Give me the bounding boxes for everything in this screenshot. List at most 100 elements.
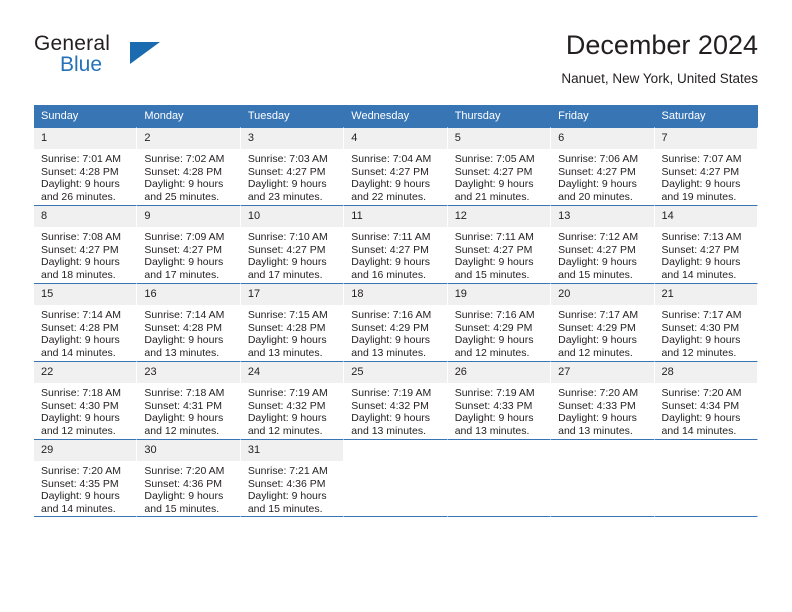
- sunrise-text: Sunrise: 7:11 AM: [351, 231, 431, 243]
- day-number: 10: [240, 206, 344, 227]
- calendar-day-cell[interactable]: 18 Sunrise: 7:16 AM Sunset: 4:29 PM Dayligh…: [344, 283, 448, 361]
- day-number: 6: [551, 128, 654, 149]
- sunrise-text: Sunrise: 7:21 AM: [247, 465, 328, 477]
- sunrise-text: Sunrise: 7:14 AM: [41, 309, 121, 321]
- calendar-day-cell[interactable]: 14 Sunrise: 7:13 AM Sunset: 4:27 PM Dayligh…: [654, 205, 758, 283]
- daylight-text-line1: Daylight: 9 hours: [41, 412, 120, 425]
- weekday-header-saturday: Saturday: [654, 105, 758, 127]
- month-calendar-table: Sunday Monday Tuesday Wednesday Thursday Frid…: [34, 105, 758, 517]
- day-number: 26: [447, 362, 551, 383]
- daylight-text-line1: Daylight: 9 hours: [661, 334, 741, 347]
- daylight-text-line1: Daylight: 9 hours: [247, 412, 327, 425]
- sunrise-text: Sunrise: 7:11 AM: [454, 231, 534, 243]
- sunrise-text: Sunrise: 7:18 AM: [144, 387, 225, 399]
- sunrise-text: Sunrise: 7:17 AM: [558, 309, 639, 321]
- calendar-day-cell[interactable]: 15 Sunrise: 7:14 AM Sunset: 4:28 PM Dayligh…: [34, 283, 138, 361]
- daylight-text-line2: and 12 minutes.: [454, 346, 530, 359]
- daylight-text-line2: and 14 minutes.: [661, 268, 737, 281]
- calendar-day-cell[interactable]: 23 Sunrise: 7:18 AM Sunset: 4:31 PM Dayligh…: [137, 361, 241, 439]
- daylight-text-line2: and 20 minutes.: [558, 190, 633, 203]
- daylight-text-line1: Daylight: 9 hours: [454, 334, 534, 347]
- sunset-text: Sunset: 4:27 PM: [661, 165, 740, 178]
- calendar-day-cell[interactable]: 12 Sunrise: 7:11 AM Sunset: 4:27 PM Dayligh…: [447, 205, 552, 283]
- sunset-text: Sunset: 4:36 PM: [247, 477, 326, 490]
- calendar-header-row: Sunday Monday Tuesday Wednesday Thursday Frid…: [34, 105, 758, 127]
- calendar-day-cell[interactable]: 30 Sunrise: 7:20 AM Sunset: 4:36 PM Dayligh…: [137, 439, 241, 517]
- sunrise-text: Sunrise: 7:05 AM: [454, 153, 535, 165]
- calendar-day-cell[interactable]: 1 Sunrise: 7:01 AM Sunset: 4:28 PM Daylight…: [34, 127, 138, 205]
- title-block: December 2024 Nanuet, New York, United S…: [561, 28, 758, 89]
- day-details: Sunrise: 7:07 AM Sunset: 4:27 PM Daylight:…: [655, 149, 757, 203]
- calendar-day-cell[interactable]: 20 Sunrise: 7:17 AM Sunset: 4:29 PM Dayligh…: [551, 283, 655, 361]
- day-number: 16: [137, 284, 240, 305]
- calendar-day-cell[interactable]: 21 Sunrise: 7:17 AM Sunset: 4:30 PM Dayligh…: [654, 283, 758, 361]
- calendar-day-cell[interactable]: 28 Sunrise: 7:20 AM Sunset: 4:34 PM Dayligh…: [654, 361, 758, 439]
- calendar-day-cell[interactable]: 31 Sunrise: 7:21 AM Sunset: 4:36 PM Dayligh…: [240, 439, 345, 517]
- sunset-text: Sunset: 4:27 PM: [351, 165, 429, 178]
- sunrise-text: Sunrise: 7:10 AM: [247, 231, 328, 243]
- calendar-day-cell[interactable]: 10 Sunrise: 7:10 AM Sunset: 4:27 PM Dayligh…: [240, 205, 345, 283]
- location-subtitle: Nanuet, New York, United States: [561, 71, 758, 86]
- calendar-day-cell[interactable]: 6 Sunrise: 7:06 AM Sunset: 4:27 PM Daylight…: [551, 127, 655, 205]
- calendar-day-cell[interactable]: 26 Sunrise: 7:19 AM Sunset: 4:33 PM Dayligh…: [447, 361, 552, 439]
- calendar-day-cell[interactable]: 17 Sunrise: 7:15 AM Sunset: 4:28 PM Dayligh…: [240, 283, 345, 361]
- calendar-day-cell[interactable]: 16 Sunrise: 7:14 AM Sunset: 4:28 PM Dayligh…: [137, 283, 241, 361]
- daylight-text-line1: Daylight: 9 hours: [351, 334, 431, 347]
- sunrise-text: Sunrise: 7:20 AM: [661, 387, 742, 399]
- day-details: Sunrise: 7:14 AM Sunset: 4:28 PM Daylight:…: [137, 305, 239, 359]
- day-number: 12: [447, 206, 551, 227]
- calendar-day-cell[interactable]: 13 Sunrise: 7:12 AM Sunset: 4:27 PM Dayligh…: [551, 205, 655, 283]
- sunset-text: Sunset: 4:27 PM: [558, 165, 636, 178]
- day-details: Sunrise: 7:10 AM Sunset: 4:27 PM Daylight:…: [241, 227, 343, 281]
- day-details: Sunrise: 7:17 AM Sunset: 4:29 PM Daylight:…: [551, 305, 653, 359]
- calendar-day-cell[interactable]: 9 Sunrise: 7:09 AM Sunset: 4:27 PM Daylight…: [137, 205, 241, 283]
- daylight-text-line1: Daylight: 9 hours: [144, 256, 224, 269]
- daylight-text-line1: Daylight: 9 hours: [351, 178, 431, 191]
- calendar-day-cell[interactable]: 3 Sunrise: 7:03 AM Sunset: 4:27 PM Daylight…: [240, 127, 345, 205]
- daylight-text-line2: and 13 minutes.: [144, 346, 220, 359]
- calendar-week-row: 8 Sunrise: 7:08 AM Sunset: 4:27 PM Daylight…: [34, 205, 758, 283]
- calendar-day-cell-empty: [447, 439, 552, 517]
- day-details: Sunrise: 7:12 AM Sunset: 4:27 PM Daylight:…: [551, 227, 653, 281]
- calendar-day-cell[interactable]: 29 Sunrise: 7:20 AM Sunset: 4:35 PM Dayligh…: [34, 439, 138, 517]
- day-number: 29: [34, 440, 137, 461]
- daylight-text-line2: and 12 minutes.: [144, 424, 220, 437]
- calendar-week-row: 15 Sunrise: 7:14 AM Sunset: 4:28 PM Dayligh…: [34, 283, 758, 361]
- day-number: 28: [654, 362, 757, 383]
- daylight-text-line2: and 14 minutes.: [41, 346, 116, 359]
- daylight-text-line2: and 15 minutes.: [558, 268, 633, 281]
- sunrise-text: Sunrise: 7:20 AM: [41, 465, 121, 477]
- day-details: Sunrise: 7:18 AM Sunset: 4:31 PM Daylight:…: [137, 383, 239, 437]
- general-blue-logo[interactable]: General Blue: [34, 32, 204, 88]
- sunrise-text: Sunrise: 7:03 AM: [247, 153, 328, 165]
- day-details: Sunrise: 7:20 AM Sunset: 4:33 PM Daylight:…: [551, 383, 653, 437]
- calendar-body: 1 Sunrise: 7:01 AM Sunset: 4:28 PM Daylight…: [34, 127, 758, 517]
- daylight-text-line1: Daylight: 9 hours: [454, 256, 534, 269]
- sunset-text: Sunset: 4:33 PM: [454, 399, 533, 412]
- calendar-day-cell[interactable]: 8 Sunrise: 7:08 AM Sunset: 4:27 PM Daylight…: [34, 205, 138, 283]
- day-details: Sunrise: 7:20 AM Sunset: 4:36 PM Daylight:…: [137, 461, 239, 515]
- calendar-day-cell[interactable]: 27 Sunrise: 7:20 AM Sunset: 4:33 PM Dayligh…: [551, 361, 655, 439]
- day-details: Sunrise: 7:21 AM Sunset: 4:36 PM Daylight:…: [241, 461, 343, 515]
- daylight-text-line1: Daylight: 9 hours: [454, 178, 534, 191]
- calendar-day-cell[interactable]: 19 Sunrise: 7:16 AM Sunset: 4:29 PM Dayligh…: [447, 283, 552, 361]
- day-details: Sunrise: 7:08 AM Sunset: 4:27 PM Daylight:…: [34, 227, 136, 281]
- sunrise-text: Sunrise: 7:13 AM: [661, 231, 742, 243]
- calendar-day-cell[interactable]: 2 Sunrise: 7:02 AM Sunset: 4:28 PM Daylight…: [137, 127, 241, 205]
- calendar-day-cell[interactable]: 22 Sunrise: 7:18 AM Sunset: 4:30 PM Dayligh…: [34, 361, 138, 439]
- sunset-text: Sunset: 4:33 PM: [558, 399, 636, 412]
- day-details: Sunrise: 7:14 AM Sunset: 4:28 PM Daylight:…: [34, 305, 136, 359]
- day-details: Sunrise: 7:18 AM Sunset: 4:30 PM Daylight:…: [34, 383, 136, 437]
- calendar-day-cell[interactable]: 7 Sunrise: 7:07 AM Sunset: 4:27 PM Daylight…: [654, 127, 758, 205]
- daylight-text-line2: and 12 minutes.: [661, 346, 737, 359]
- calendar-day-cell[interactable]: 4 Sunrise: 7:04 AM Sunset: 4:27 PM Daylight…: [344, 127, 448, 205]
- calendar-day-cell[interactable]: 24 Sunrise: 7:19 AM Sunset: 4:32 PM Dayligh…: [240, 361, 345, 439]
- calendar-day-cell[interactable]: 11 Sunrise: 7:11 AM Sunset: 4:27 PM Dayligh…: [344, 205, 448, 283]
- sunrise-text: Sunrise: 7:20 AM: [558, 387, 639, 399]
- daylight-text-line2: and 15 minutes.: [454, 268, 530, 281]
- day-number: 3: [240, 128, 344, 149]
- calendar-day-cell[interactable]: 25 Sunrise: 7:19 AM Sunset: 4:32 PM Dayligh…: [344, 361, 448, 439]
- daylight-text-line1: Daylight: 9 hours: [144, 334, 224, 347]
- calendar-day-cell[interactable]: 5 Sunrise: 7:05 AM Sunset: 4:27 PM Daylight…: [447, 127, 552, 205]
- day-number: 11: [344, 206, 447, 227]
